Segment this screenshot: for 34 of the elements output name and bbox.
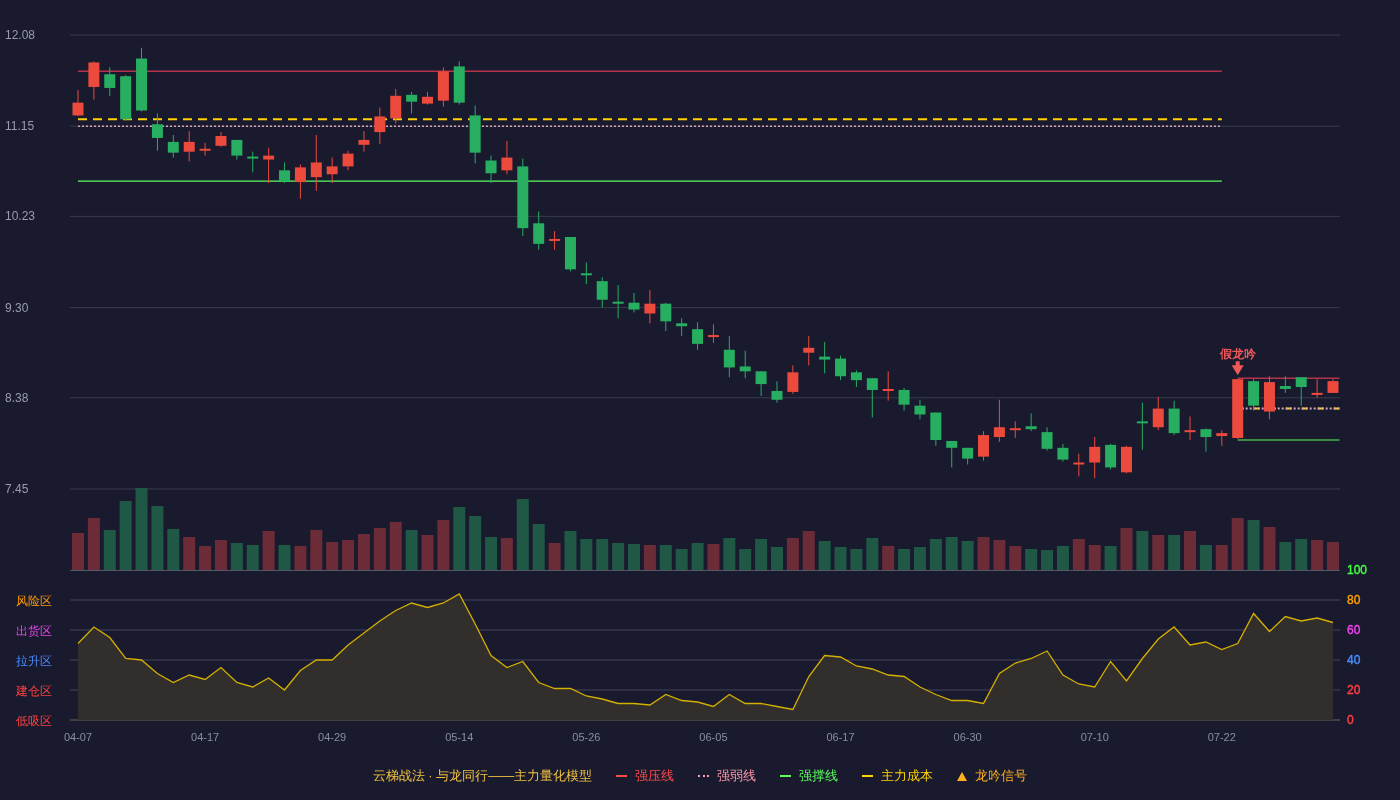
axis-label: 05-26 xyxy=(572,731,601,743)
axis-label: 11.15 xyxy=(5,119,35,134)
legend-label: 强撑线 xyxy=(799,767,839,786)
legend-label: 强压线 xyxy=(635,767,675,786)
axis-label: 20 xyxy=(1347,683,1361,697)
legend-label: 主力成本 xyxy=(881,767,934,786)
axis-label: 04-17 xyxy=(191,731,220,743)
zone-label: 建仓区 xyxy=(16,684,52,698)
axis-label: 100 xyxy=(1347,563,1368,577)
legend-title: 云梯战法 · 与龙同行——主力量化模型 xyxy=(372,767,593,786)
axis-label: 06-30 xyxy=(953,731,982,743)
axis-label: 80 xyxy=(1347,593,1361,607)
axis-label: 10.23 xyxy=(5,209,36,224)
axis-label: 9.30 xyxy=(5,300,29,315)
axis-label: 8.38 xyxy=(5,390,29,405)
legend-label: 龙吟信号 xyxy=(975,767,1028,786)
axis-label: 60 xyxy=(1347,623,1361,637)
signal-label: 假龙吟 xyxy=(1219,347,1256,362)
zone-label: 风险区 xyxy=(16,594,52,608)
axis-label: 06-17 xyxy=(826,731,855,743)
axis-label: 04-07 xyxy=(63,731,93,743)
axis-label: 05-14 xyxy=(445,731,474,743)
axis-label: 04-29 xyxy=(318,731,347,743)
axis-label: 07-10 xyxy=(1080,731,1109,743)
axis-label: 40 xyxy=(1347,653,1361,667)
axis-label: 7.45 xyxy=(5,482,29,496)
zone-label: 低吸区 xyxy=(16,714,52,728)
legend-label: 强弱线 xyxy=(717,767,757,786)
axis-label: 12.08 xyxy=(5,28,36,42)
axis-label: 07-22 xyxy=(1207,731,1236,743)
zone-label: 出货区 xyxy=(16,624,52,638)
zone-label: 拉升区 xyxy=(16,654,52,668)
axis-label: 06-05 xyxy=(699,731,728,743)
axis-label: 0 xyxy=(1347,713,1354,727)
